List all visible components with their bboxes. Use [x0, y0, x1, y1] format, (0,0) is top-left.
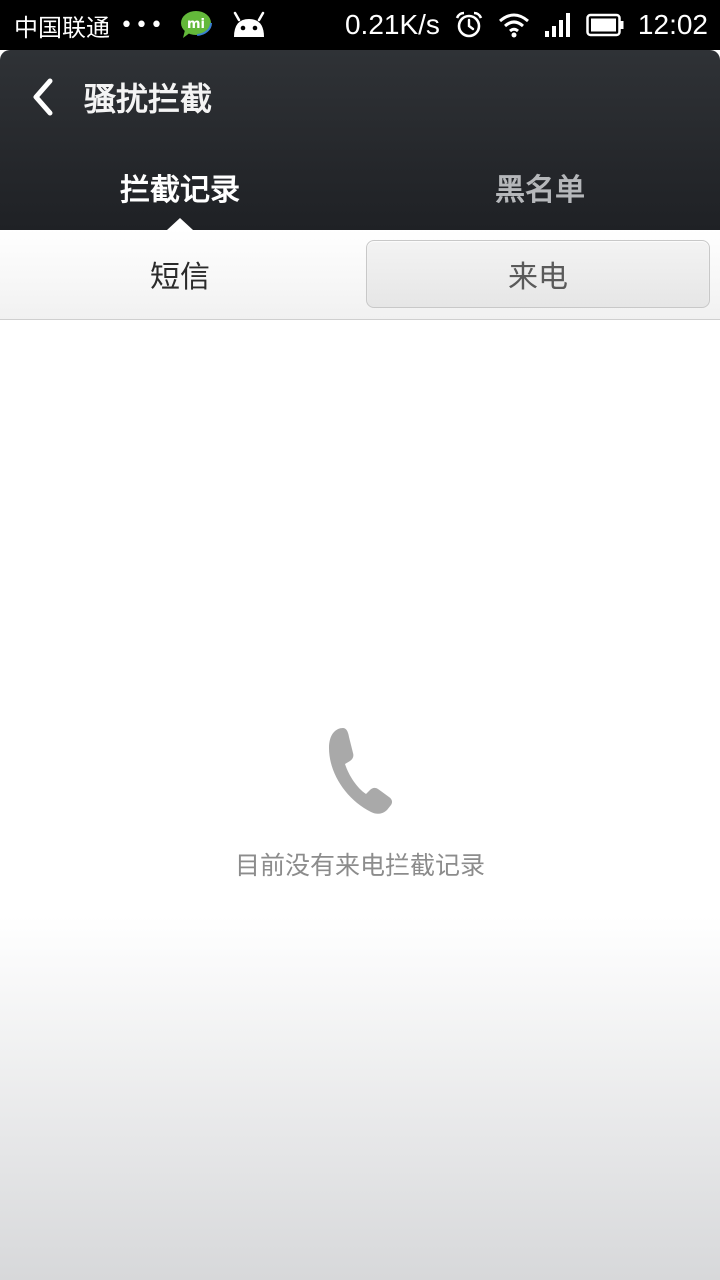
status-bar: 中国联通 ••• mi 0.21K/s 12:02	[0, 0, 720, 50]
clock: 12:02	[637, 9, 708, 40]
alarm-icon	[454, 10, 484, 40]
title-row: 骚扰拦截	[0, 50, 720, 144]
network-speed: 0.21K/s	[344, 9, 440, 40]
tab-blacklist[interactable]: 黑名单	[360, 144, 720, 230]
page-title: 骚扰拦截	[84, 80, 213, 118]
status-bar-right: 0.21K/s 12:02	[345, 9, 708, 41]
content-area: 目前没有来电拦截记录	[0, 321, 720, 1280]
mi-talk-icon: mi	[179, 10, 213, 40]
segment-sms[interactable]: 短信	[0, 240, 360, 308]
phone-icon	[329, 728, 393, 814]
chevron-left-icon	[33, 78, 53, 116]
segment-label: 来电	[508, 260, 568, 295]
status-bar-left: 中国联通 ••• mi	[14, 8, 267, 43]
battery-icon	[586, 13, 624, 37]
tab-label: 黑名单	[495, 173, 585, 208]
tab-block-log[interactable]: 拦截记录	[0, 144, 360, 230]
active-tab-indicator	[167, 218, 193, 230]
action-bar: 骚扰拦截 拦截记录 黑名单	[0, 50, 720, 230]
wifi-icon	[498, 12, 530, 38]
android-icon	[231, 11, 267, 39]
notification-dots: •••	[120, 12, 165, 38]
empty-state: 目前没有来电拦截记录	[0, 726, 720, 882]
back-button[interactable]	[8, 50, 78, 144]
carrier-name: 中国联通	[14, 13, 110, 42]
segment-calls[interactable]: 来电	[366, 240, 710, 308]
empty-message: 目前没有来电拦截记录	[234, 851, 485, 880]
signal-icon	[544, 12, 572, 38]
tab-label: 拦截记录	[120, 173, 240, 208]
segment-control: 短信 来电	[0, 230, 720, 320]
svg-text:mi: mi	[187, 17, 205, 32]
segment-label: 短信	[150, 260, 210, 295]
tab-bar: 拦截记录 黑名单	[0, 144, 720, 230]
